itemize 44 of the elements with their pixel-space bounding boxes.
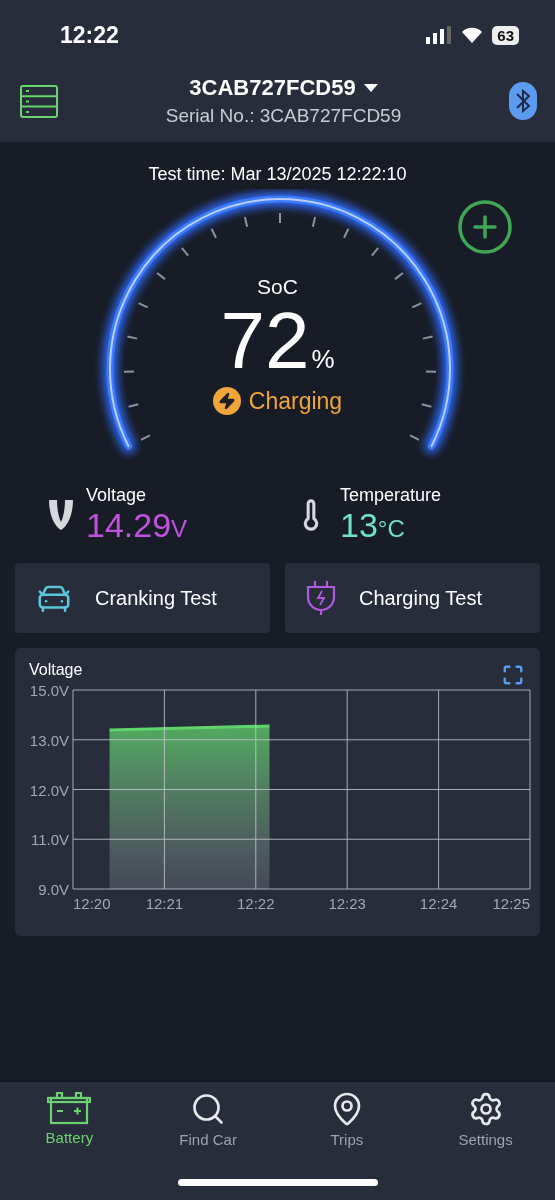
battery-level: 63 <box>492 25 519 45</box>
serial-number: Serial No.: 3CAB727FCD59 <box>165 105 402 127</box>
reading-unit: °C <box>377 515 405 543</box>
reading-value: 13 <box>340 506 378 545</box>
reading-unit: V <box>171 515 188 543</box>
test-time: Test time: Mar 13/2025 12:22:10 <box>147 164 408 185</box>
battery-icon <box>47 1091 92 1125</box>
bolt-icon <box>212 387 241 415</box>
wifi-icon <box>460 26 485 44</box>
nav-tab[interactable]: Trips <box>277 1090 417 1149</box>
axis-label: 12:23 <box>328 895 366 912</box>
test-button[interactable]: Charging Test <box>285 563 540 633</box>
test-button[interactable]: Cranking Test <box>15 563 270 633</box>
soc-unit: % <box>311 344 335 375</box>
nav-tab[interactable]: Battery <box>0 1090 139 1149</box>
axis-label: 11.0V <box>30 831 69 849</box>
voltage-icon <box>48 498 74 532</box>
bluetooth-icon[interactable] <box>509 82 537 120</box>
axis-label: 12.0V <box>29 781 69 799</box>
device-selector[interactable]: 3CAB727FCD59 <box>189 75 378 101</box>
soc-value: 72 <box>220 299 310 383</box>
status-time: 12:22 <box>60 21 119 49</box>
axis-label: 12:20 <box>73 895 111 912</box>
device-list-icon[interactable] <box>20 84 58 118</box>
reading-label: Temperature <box>340 485 442 506</box>
plug-icon <box>305 580 337 616</box>
caret-icon <box>363 84 378 92</box>
axis-label: 13.0V <box>29 731 69 749</box>
reading-value: 14.29 <box>86 506 172 545</box>
nav-tab[interactable]: Settings <box>416 1090 555 1149</box>
add-button[interactable] <box>455 197 515 257</box>
axis-label: 15.0V <box>29 682 69 699</box>
axis-label: 9.0V <box>38 881 69 898</box>
axis-label: 12:24 <box>419 895 458 912</box>
reading-label: Voltage <box>86 485 148 506</box>
axis-label: 12:21 <box>145 895 184 912</box>
charging-status: Charging <box>248 387 343 415</box>
expand-button[interactable] <box>502 664 524 686</box>
gauge-label: SoC <box>257 275 298 299</box>
axis-label: 12:25 <box>492 895 530 912</box>
axis-label: 12:22 <box>237 895 275 912</box>
signal-icon <box>426 26 453 44</box>
chart-title: Voltage <box>29 661 83 679</box>
nav-tab[interactable]: Find Car <box>138 1090 278 1149</box>
